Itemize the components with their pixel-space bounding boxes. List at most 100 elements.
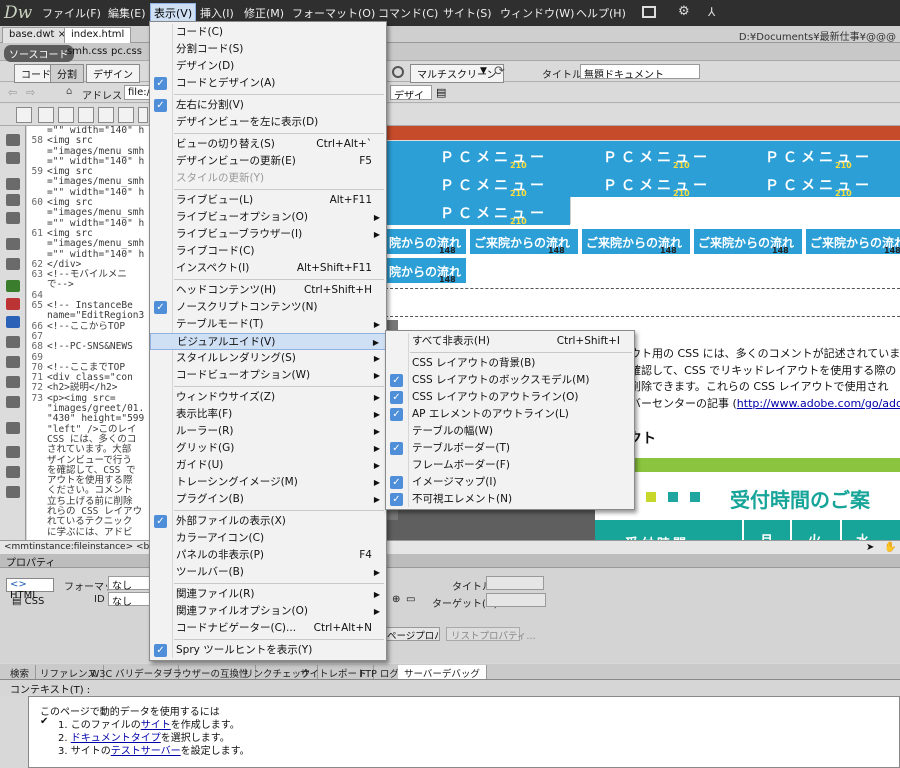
related-pc-css[interactable]: pc.css [106,45,147,58]
menu-item[interactable]: ✓ コードとデザイン(A) [150,75,386,92]
menu-item[interactable]: スタイルの更新(Y) [150,170,386,187]
show-code-icon[interactable] [16,107,32,123]
menu-item[interactable]: ライブビューオプション(O) ▶ [150,209,386,226]
menu-item[interactable]: ライブビューブラウザー(I) ▶ [150,226,386,243]
menu-item[interactable]: コードビューオプション(W) ▶ [150,367,386,384]
refresh-icon[interactable]: ⟳ [494,64,505,79]
split-view-button[interactable]: 分割 [50,64,84,83]
menu-item[interactable]: プラグイン(B) ▶ [150,491,386,508]
back-icon[interactable]: ⇦ [8,86,17,99]
menu-item[interactable]: デザイン(D) [150,58,386,75]
menu-edit[interactable]: 編集(E) [108,5,146,21]
menu-item[interactable]: ツールバー(B) ▶ [150,564,386,581]
select-parent-icon[interactable] [6,194,20,206]
multiscreen-button[interactable]: マルチスクリーン [410,64,504,83]
table-icon[interactable] [98,107,114,123]
tab-search[interactable]: 検索 [4,665,37,680]
hand-tool-icon[interactable]: ✋ [884,542,896,553]
code-view[interactable]: ="" width="140" h 58 <img src ="images/menu… [27,126,150,540]
apply-source-formatting-icon[interactable] [6,486,20,498]
pc-menu-item[interactable]: ＰＣメニュー210 [603,175,707,198]
menu-item[interactable]: ガイド(U) ▶ [150,457,386,474]
menu-item[interactable]: ルーラー(R) ▶ [150,423,386,440]
menu-view[interactable]: 表示(V) [150,3,197,23]
gear-icon[interactable]: ⚙ [678,4,690,19]
menu-window[interactable]: ウィンドウ(W) [500,5,574,21]
remove-comment-icon[interactable] [6,336,20,348]
greeting-flow-button[interactable]: 院からの流れ148 [385,258,466,284]
page-properties-button[interactable]: ページプロパティ... [384,627,440,641]
home-icon[interactable]: ⌂ [66,86,72,97]
format-icon[interactable] [138,107,148,123]
menu-item[interactable]: ライブビュー(L) Alt+F11 [150,192,386,209]
menu-item[interactable]: グリッド(G) ▶ [150,440,386,457]
info-icon[interactable] [6,298,20,310]
design-view-button[interactable]: デザイン [86,64,140,83]
pc-menu-item[interactable]: ＰＣメニュー210 [765,147,869,170]
menu-item[interactable]: 表示比率(F) ▶ [150,406,386,423]
adobe-link[interactable]: http://www.adobe.com/go/ado [737,397,900,410]
menu-item[interactable]: CSS レイアウトの背景(B) [386,355,634,372]
menu-item[interactable]: 関連ファイル(R) ▶ [150,586,386,603]
list-properties-button[interactable]: リストプロパティ... [446,627,536,642]
pc-menu-item[interactable]: ＰＣメニュー210 [765,175,869,198]
line-numbers-icon[interactable] [6,238,20,250]
collapse-tag-icon[interactable] [6,152,20,164]
layout-icon[interactable] [118,107,134,123]
menu-item[interactable]: ✓ ノースクリプトコンテンツ(N) [150,299,386,316]
html-mode-button[interactable]: <> HTML [6,578,54,601]
document-icon[interactable] [58,107,74,123]
menu-item[interactable]: ✓ AP エレメントのアウトライン(L) [386,406,634,423]
css-mode-button[interactable]: ▤ CSS [12,596,44,607]
greeting-flow-button[interactable]: 院からの流れ148 [385,229,466,255]
outdent-icon[interactable] [6,446,20,458]
syntax-error-icon[interactable] [6,280,20,292]
expand-all-icon[interactable] [6,178,20,190]
testing-server-link[interactable]: テストサーバー [111,746,181,757]
menu-item[interactable]: ✓ Spry ツールヒントを表示(Y) [150,642,386,659]
menu-item[interactable]: 関連ファイルオプション(O) ▶ [150,603,386,620]
open-documents-icon[interactable] [6,134,20,146]
menu-item[interactable]: スタイルレンダリング(S) ▶ [150,350,386,367]
title-input[interactable]: 無題ドキュメント [580,64,700,79]
folder-icon[interactable]: ▭ [406,594,415,605]
menu-item[interactable]: ビューの切り替え(S) Ctrl+Alt+` [150,136,386,153]
related-smh-css[interactable]: smh.css [62,45,112,58]
pc-menu-item[interactable]: ＰＣメニュー210 [440,175,544,198]
menu-item[interactable]: ウィンドウサイズ(Z) ▶ [150,389,386,406]
menu-help[interactable]: ヘルプ(H) [576,5,626,21]
preview-icon[interactable] [392,66,404,78]
format-source-icon[interactable] [6,466,20,478]
menu-item[interactable]: ✓ 外部ファイルの表示(X) [150,513,386,530]
menu-item[interactable]: フレームボーダー(F) [386,457,634,474]
forward-icon[interactable]: ⇨ [26,86,35,99]
id-select[interactable]: なし [108,592,150,608]
title-prop-input[interactable] [486,576,544,590]
menu-site[interactable]: サイト(S) [443,5,492,21]
address-input[interactable]: file:// [124,85,150,100]
tab-server-debug[interactable]: サーバーデバッグ [398,665,487,680]
tab-base-dwt[interactable]: base.dwt × [2,27,74,43]
open-documents-icon[interactable] [38,107,54,123]
menu-item[interactable]: すべて非表示(H) Ctrl+Shift+I [386,333,634,350]
menu-item[interactable]: ヘッドコンテンツ(H) Ctrl+Shift+H [150,282,386,299]
select-tool-icon[interactable]: ➤ [866,542,874,553]
menu-item[interactable]: トレーシングイメージ(M) ▶ [150,474,386,491]
move-css-icon[interactable] [6,396,20,408]
link-target-icon[interactable]: ⊕ [392,594,400,605]
menu-item[interactable]: ✓ イメージマップ(I) [386,474,634,491]
menu-item[interactable]: インスペクト(I) Alt+Shift+F11 [150,260,386,277]
balance-braces-icon[interactable] [6,212,20,224]
menu-modify[interactable]: 修正(M) [244,5,284,21]
menu-item[interactable]: ✓ 不可視エレメント(N) [386,491,634,508]
menu-item[interactable]: コードナビゲーター(C)... Ctrl+Alt+N [150,620,386,637]
tab-index-html[interactable]: index.html [64,27,132,43]
greeting-flow-button[interactable]: ご来院からの流れ148 [806,229,900,255]
greeting-flow-button[interactable]: ご来院からの流れ148 [694,229,802,255]
file-icon[interactable] [78,107,94,123]
page-options-icon[interactable]: ▤ [436,86,446,99]
menu-item[interactable]: デザインビューの更新(E) F5 [150,153,386,170]
menu-item[interactable]: デザインビューを左に表示(D) [150,114,386,131]
menu-item[interactable]: 分割コード(S) [150,41,386,58]
greeting-flow-button[interactable]: ご来院からの流れ148 [470,229,578,255]
